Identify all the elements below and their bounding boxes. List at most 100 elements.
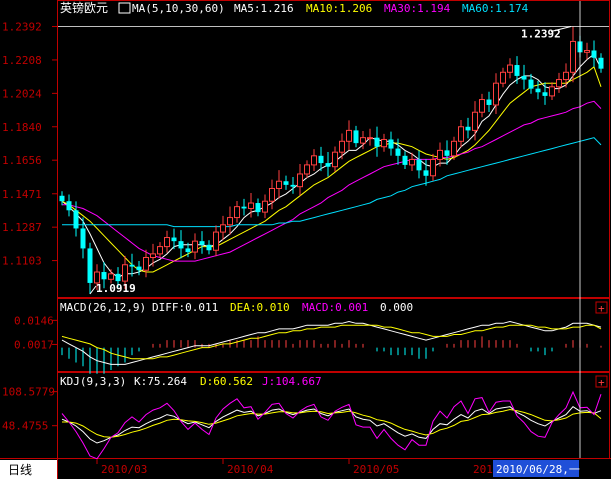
candle-body: [339, 140, 345, 153]
macd-diff-value: DIFF:0.011: [152, 301, 218, 314]
ma10-line: [61, 65, 602, 273]
kdj-y-ticks: 108.5779 48.4755: [2, 386, 57, 433]
candle-body: [276, 180, 282, 190]
candle-body: [171, 237, 177, 242]
kdj-d-value: D:60.562: [200, 375, 253, 388]
candle-body: [528, 79, 534, 89]
candle-body: [458, 126, 464, 142]
candle-body: [192, 240, 198, 253]
candle-up: [332, 146, 338, 172]
candle-body: [514, 65, 520, 76]
candle-body: [66, 201, 72, 211]
candle-body: [374, 137, 380, 147]
macd-diff-line: [61, 320, 602, 365]
price-tick-label: 1.2392: [2, 21, 42, 34]
candle-up: [563, 63, 569, 88]
date-tick-label: 2010/04: [227, 463, 274, 476]
ma10-value: MA10:1.206: [306, 2, 372, 15]
candle-body: [521, 75, 527, 80]
macd-dea-line: [61, 324, 602, 360]
low-annotation-label: 1.0919: [96, 282, 136, 295]
candle-body: [80, 228, 86, 249]
ma30-value: MA30:1.194: [384, 2, 451, 15]
candle-body: [220, 224, 226, 233]
candle-body: [101, 272, 107, 280]
kdj-lines: [61, 390, 602, 460]
candle-body: [206, 244, 212, 251]
candle-body: [507, 64, 513, 73]
candle-up: [220, 215, 226, 241]
candle-body: [185, 248, 191, 253]
candle-up: [472, 101, 478, 141]
candle-down: [199, 231, 205, 254]
kdj-k-line: [61, 406, 602, 444]
date-tick-label: 2010/03: [101, 463, 147, 476]
candle-body: [367, 137, 373, 140]
candle-body: [444, 150, 450, 156]
candle-up: [150, 243, 156, 267]
cursor-date: 2010/06/28,一: [496, 463, 580, 476]
price-tick-label: 1.1656: [2, 154, 42, 167]
candlesticks: [59, 26, 604, 294]
candle-body: [395, 148, 401, 156]
ma-params: MA(5,10,30,60): [132, 2, 225, 15]
indicator-settings-icon[interactable]: [118, 2, 131, 14]
candle-body: [178, 241, 184, 249]
candle-body: [311, 155, 317, 166]
macd-histogram: [61, 336, 602, 374]
price-y-ticks: 1.2392 1.2208 1.2024 1.1840 1.1656 1.1471 1.12…: [2, 21, 57, 268]
candle-body: [486, 99, 492, 105]
candle-up: [304, 160, 310, 179]
candle-body: [290, 184, 296, 187]
candle-up: [500, 67, 506, 88]
candle-up: [164, 230, 170, 253]
candle-body: [73, 210, 79, 229]
candle-body: [59, 195, 65, 202]
macd-dea-value: DEA:0.010: [230, 301, 290, 314]
candle-up: [339, 133, 345, 160]
candle-up: [192, 233, 198, 260]
candle-down: [178, 230, 184, 259]
ma60-value: MA60:1.174: [462, 2, 529, 15]
candle-up: [367, 128, 373, 146]
candle-up: [262, 194, 268, 219]
instrument-name: 英镑欧元: [60, 0, 108, 15]
candle-body: [297, 173, 303, 188]
candle-up: [143, 249, 149, 278]
candle-up: [213, 225, 219, 257]
kdj-k-value: K:75.264: [134, 375, 187, 388]
candle-body: [248, 202, 254, 209]
candle-body: [129, 264, 135, 267]
candle-down: [206, 240, 212, 255]
candle-down: [598, 53, 604, 73]
candle-body: [535, 88, 541, 93]
candle-body: [304, 164, 310, 175]
date-axis-ticks: 2010/03 2010/04 2010/05: [96, 459, 399, 476]
candle-up: [584, 42, 590, 60]
candle-body: [556, 79, 562, 88]
candle-body: [325, 163, 331, 167]
candle-body: [360, 137, 366, 144]
candle-up: [311, 149, 317, 171]
candle-body: [591, 50, 597, 58]
ma5-value: MA5:1.216: [234, 2, 294, 15]
candle-body: [262, 200, 268, 213]
candle-body: [542, 92, 548, 96]
candle-up: [381, 133, 387, 152]
price-tick-label: 1.1840: [2, 121, 42, 134]
moving-average-lines: [61, 53, 602, 279]
candle-up: [269, 179, 275, 210]
candle-body: [598, 57, 604, 69]
candle-body: [563, 71, 569, 81]
candle-body: [136, 266, 142, 271]
macd-tick-label: 0.0017: [14, 338, 54, 351]
candle-down: [486, 91, 492, 113]
kdj-j-value: J:104.667: [262, 375, 322, 388]
macd-params: MACD(26,12,9): [60, 301, 146, 314]
candle-up: [458, 120, 464, 148]
candle-up: [276, 170, 282, 199]
candle-body: [437, 149, 443, 160]
candle-body: [269, 188, 275, 202]
candle-down: [416, 150, 422, 179]
candle-body: [87, 248, 93, 283]
